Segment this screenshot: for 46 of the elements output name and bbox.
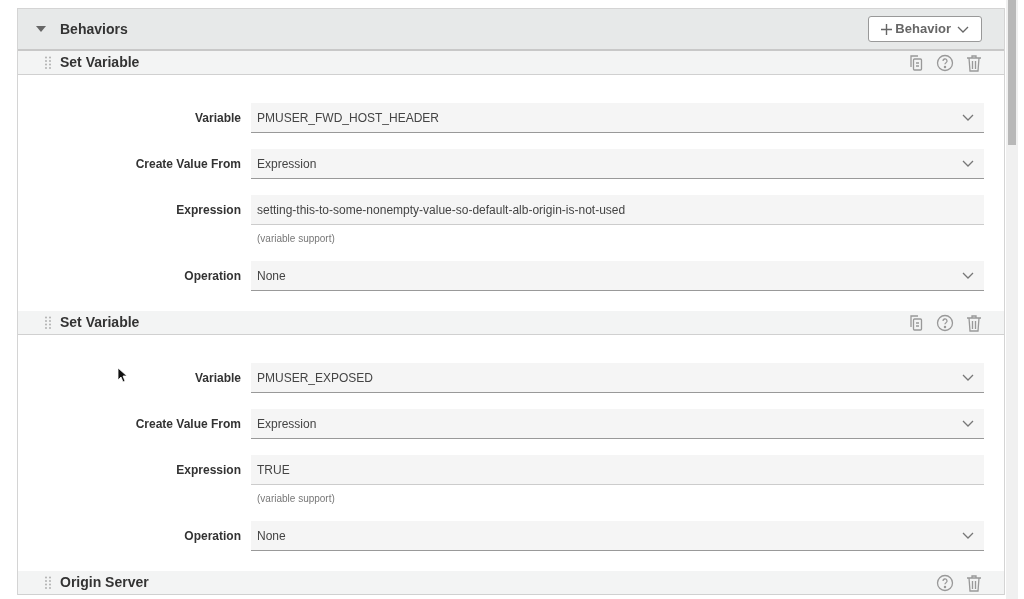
panel-title: Behaviors	[60, 19, 128, 39]
field-label: Expression	[176, 462, 241, 479]
behavior-title: Set Variable	[60, 53, 140, 72]
help-icon[interactable]	[936, 313, 954, 332]
scrollbar-thumb[interactable]	[1008, 0, 1016, 145]
chevron-down-icon	[957, 25, 969, 33]
expression-input[interactable]: TRUE	[251, 455, 984, 485]
dropdown-field[interactable]: Expression	[251, 149, 984, 179]
chevron-down-icon	[962, 272, 974, 279]
dropdown-field[interactable]: None	[251, 261, 984, 291]
help-icon[interactable]	[936, 573, 954, 592]
field-label: Create Value From	[135, 416, 241, 433]
chevron-down-icon	[962, 420, 974, 427]
drag-handle-icon[interactable]	[45, 575, 51, 590]
hint-text: (variable support)	[256, 233, 336, 245]
field-label: Expression	[176, 202, 241, 219]
trash-icon[interactable]	[966, 53, 982, 72]
collapse-triangle-icon[interactable]	[36, 26, 46, 32]
trash-icon[interactable]	[966, 313, 982, 332]
plus-icon	[881, 23, 893, 35]
hint-text: (variable support)	[256, 493, 336, 505]
drag-handle-icon[interactable]	[45, 315, 51, 330]
chevron-down-icon	[962, 160, 974, 167]
behavior-title: Set Variable	[60, 313, 140, 332]
dropdown-field[interactable]: PMUSER_FWD_HOST_HEADER	[251, 103, 984, 133]
field-label: Variable	[194, 370, 241, 387]
help-icon[interactable]	[936, 53, 954, 72]
cursor-icon	[118, 368, 128, 383]
expression-input[interactable]: setting-this-to-some-nonempty-value-so-default-alb-origin-is-not-used	[251, 195, 984, 225]
chevron-down-icon	[962, 114, 974, 121]
dropdown-field[interactable]: None	[251, 521, 984, 551]
dropdown-field[interactable]: Expression	[251, 409, 984, 439]
scrollbar[interactable]	[1006, 0, 1018, 599]
trash-icon[interactable]	[966, 573, 982, 592]
copy-icon[interactable]	[908, 53, 924, 72]
drag-handle-icon[interactable]	[45, 55, 51, 70]
copy-icon[interactable]	[908, 313, 924, 332]
chevron-down-icon	[962, 374, 974, 381]
field-label: Create Value From	[135, 156, 241, 173]
field-label: Operation	[184, 268, 241, 285]
dropdown-field[interactable]: PMUSER_EXPOSED	[251, 363, 984, 393]
chevron-down-icon	[962, 532, 974, 539]
add-behavior-button[interactable]: Behavior	[868, 16, 982, 42]
behavior-title: Origin Server	[60, 573, 149, 592]
field-label: Operation	[184, 528, 241, 545]
field-label: Variable	[194, 110, 241, 127]
